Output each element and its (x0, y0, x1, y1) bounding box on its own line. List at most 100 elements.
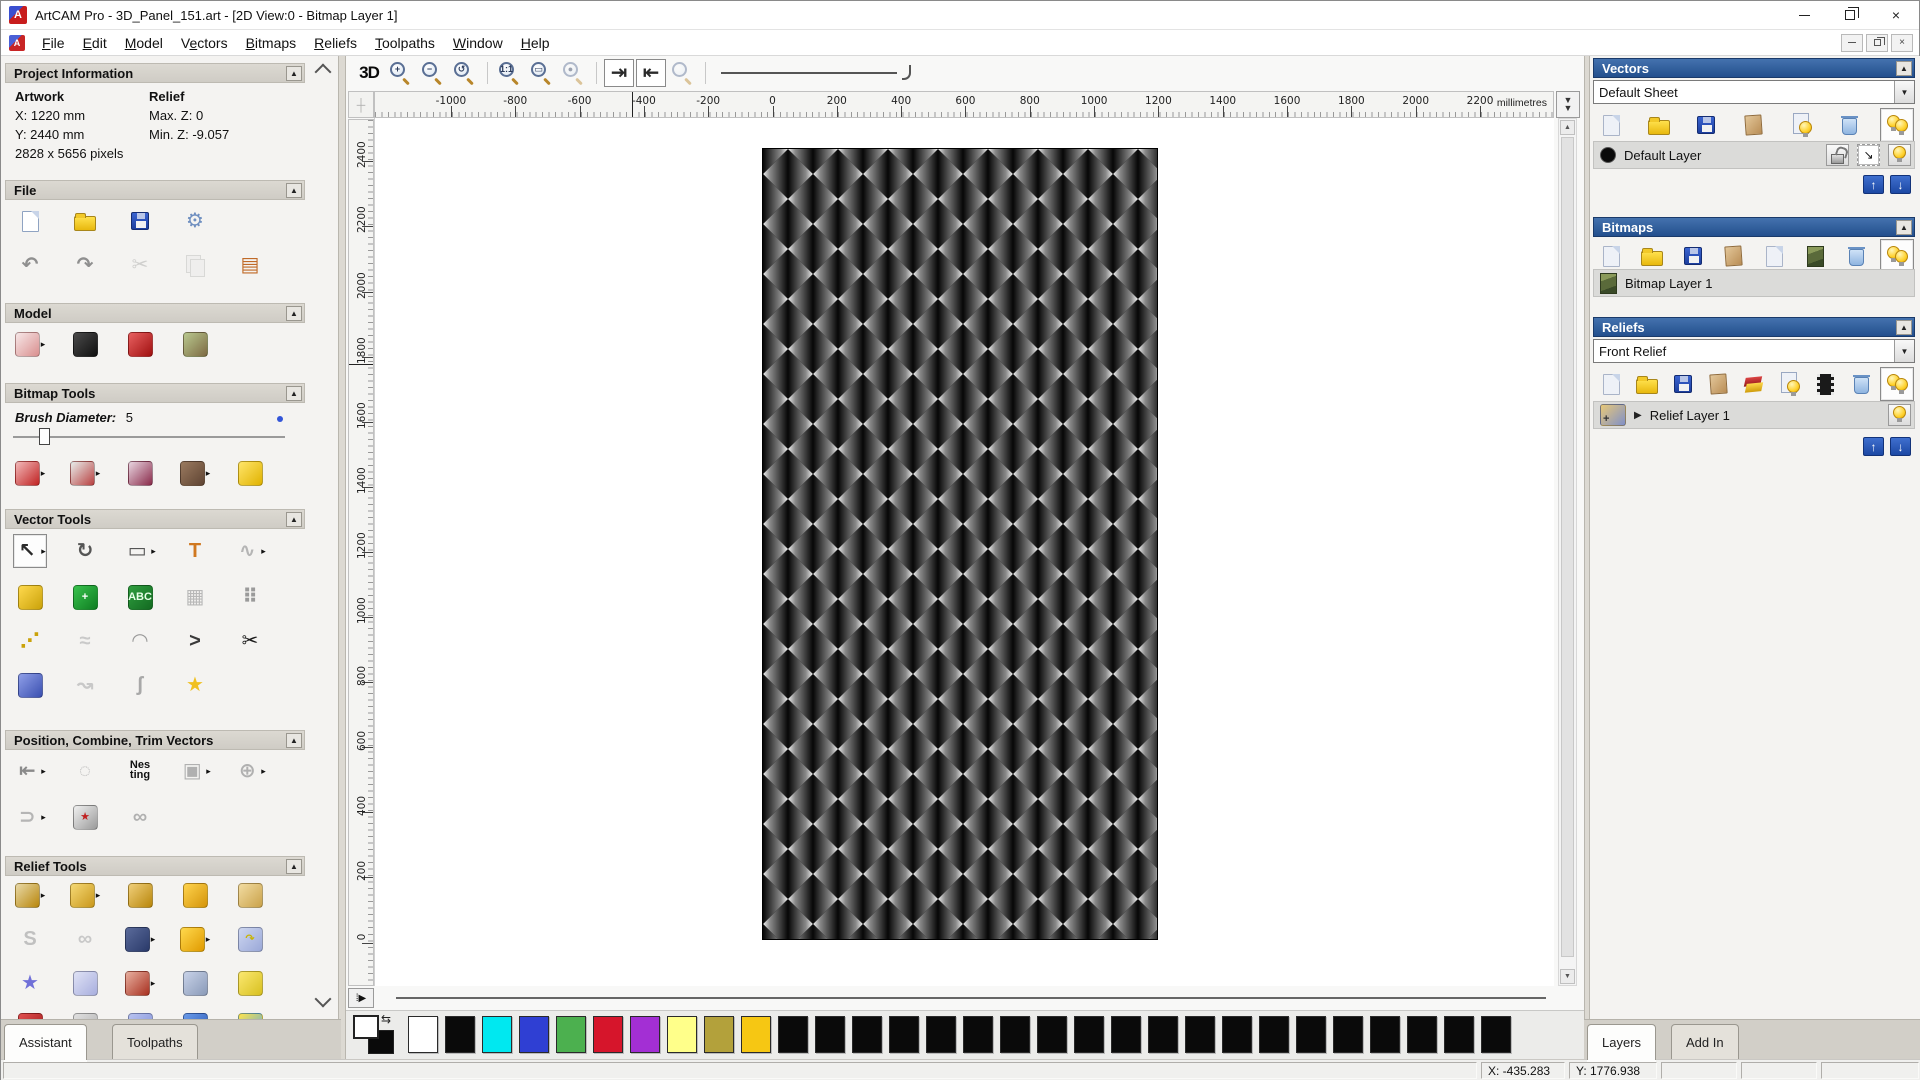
palette-swatch-23[interactable] (1259, 1016, 1289, 1053)
move-layer-down-button[interactable]: ↓ (1890, 175, 1911, 194)
collapse-icon[interactable]: ▲ (286, 65, 302, 81)
menu-edit[interactable]: Edit (74, 32, 116, 54)
flyout-arrow-icon[interactable]: ▸ (261, 766, 266, 777)
assistant-scrollbar[interactable] (313, 56, 335, 1019)
set-model-size[interactable]: ▸ (13, 327, 47, 361)
brush-diameter-slider[interactable] (13, 428, 285, 446)
flyout-arrow-icon[interactable]: ▸ (261, 546, 266, 557)
vector-layer-row[interactable]: Default Layer ↘ (1593, 141, 1915, 169)
palette-swatch-5[interactable] (593, 1016, 623, 1053)
vertical-scrollbar[interactable]: ▲ ▼ (1558, 118, 1577, 986)
vector-sheet-select[interactable]: Default Sheet ▼ (1593, 80, 1915, 104)
flyout-arrow-icon[interactable]: ▸ (151, 978, 156, 989)
palette-swatch-28[interactable] (1444, 1016, 1474, 1053)
palette-tool[interactable]: ▸ (178, 456, 212, 490)
merge-bitmap-layers[interactable] (1717, 239, 1751, 273)
dome-relief[interactable] (123, 1008, 157, 1019)
toggle-all-vector-layers[interactable] (1879, 108, 1914, 142)
bitmaps-section-header[interactable]: Bitmaps ▲ (1593, 217, 1915, 237)
star-relief[interactable]: ★ (13, 966, 47, 1000)
slider-thumb[interactable] (39, 428, 50, 445)
palette-swatch-10[interactable] (778, 1016, 808, 1053)
view-scale-slider[interactable] (721, 63, 911, 83)
menu-bitmaps[interactable]: Bitmaps (237, 32, 306, 54)
palette-swatch-27[interactable] (1407, 1016, 1437, 1053)
sculpt-relief[interactable] (233, 878, 267, 912)
flyout-arrow-icon[interactable]: ▸ (41, 766, 46, 777)
relief-layer-visibility[interactable] (1773, 367, 1807, 401)
project-info-header[interactable]: Project Information ▲ (5, 63, 305, 83)
vector-tools-header[interactable]: Vector Tools ▲ (5, 509, 305, 529)
palette-swatch-19[interactable] (1111, 1016, 1141, 1053)
delete-relief-layer[interactable] (1844, 367, 1878, 401)
palette-swatch-26[interactable] (1370, 1016, 1400, 1053)
palette-swatch-25[interactable] (1333, 1016, 1363, 1053)
swap-colours-icon[interactable]: ⇆ (381, 1012, 391, 1026)
offset-relief[interactable] (233, 966, 267, 1000)
move-layer-up-button[interactable]: ↑ (1863, 175, 1884, 194)
menu-reliefs[interactable]: Reliefs (305, 32, 366, 54)
palette-swatch-29[interactable] (1481, 1016, 1511, 1053)
pillow-relief[interactable] (68, 966, 102, 1000)
flyout-arrow-icon[interactable]: ▸ (96, 890, 101, 901)
toggle-vector-visibility[interactable]: ⇤ (636, 59, 666, 87)
profile-relief[interactable]: ▸ (123, 966, 157, 1000)
colour-picker[interactable] (123, 456, 157, 490)
interlock-vectors[interactable]: ∞ (123, 800, 157, 834)
save-model[interactable] (123, 204, 157, 238)
vscroll-thumb[interactable] (1561, 137, 1574, 957)
swept-profile[interactable]: S (13, 922, 47, 956)
mdi-close-button[interactable]: × (1891, 33, 1913, 52)
bitmap-tools-header[interactable]: Bitmap Tools ▲ (5, 383, 305, 403)
add-relief[interactable]: ▸ (68, 878, 102, 912)
open-relief-layer[interactable] (1630, 367, 1664, 401)
zoom-previous[interactable]: ↺ (450, 59, 480, 87)
palette-swatch-11[interactable] (815, 1016, 845, 1053)
collapse-icon[interactable]: ▲ (1896, 319, 1912, 335)
bitmap-artwork[interactable] (762, 148, 1158, 940)
chevron-down-icon[interactable]: ▼ (1894, 81, 1914, 103)
transfer-relief-layer[interactable] (1737, 367, 1771, 401)
position-combine-header[interactable]: Position, Combine, Trim Vectors ▲ (5, 730, 305, 750)
restore-button[interactable] (1827, 1, 1873, 29)
scroll-up-icon[interactable] (314, 63, 332, 81)
palette-swatch-22[interactable] (1222, 1016, 1252, 1053)
move-relief-up-button[interactable]: ↑ (1863, 437, 1884, 456)
collapse-icon[interactable]: ▲ (1896, 60, 1912, 76)
tape-measure[interactable] (13, 580, 47, 614)
greyscale-relief[interactable] (1809, 367, 1843, 401)
flyout-arrow-icon[interactable]: ▸ (41, 890, 46, 901)
free-sketch[interactable]: ≈ (68, 624, 102, 658)
bitmap-layer-row[interactable]: Bitmap Layer 1 (1593, 269, 1915, 297)
vector-clip[interactable]: ✂ (233, 624, 267, 658)
new-bitmap-layer[interactable] (1594, 239, 1628, 273)
collapse-icon[interactable]: ▲ (286, 858, 302, 874)
arc-tool[interactable]: > (178, 624, 212, 658)
copy[interactable] (178, 248, 212, 282)
relief-wizard[interactable]: ▸ (13, 878, 47, 912)
menu-model[interactable]: Model (116, 32, 172, 54)
render-preview[interactable] (123, 327, 157, 361)
scroll-down-icon[interactable] (314, 990, 332, 1008)
palette-swatch-6[interactable] (630, 1016, 660, 1053)
flyout-arrow-icon[interactable]: ▸ (151, 546, 156, 557)
palette-swatch-8[interactable] (704, 1016, 734, 1053)
flyout-arrow-icon[interactable]: ▸ (206, 468, 211, 479)
shape-editor[interactable] (123, 878, 157, 912)
ruler-units-dropdown[interactable]: ▼ ▼ (1556, 91, 1580, 118)
flood-fill-tool[interactable]: ▸ (68, 456, 102, 490)
merge-relief-layers[interactable] (1701, 367, 1735, 401)
menu-window[interactable]: Window (444, 32, 512, 54)
menu-vectors[interactable]: Vectors (172, 32, 237, 54)
model-section-header[interactable]: Model ▲ (5, 303, 305, 323)
vector-layer-visibility[interactable] (1785, 108, 1819, 142)
join-vectors[interactable]: ⊃ ▸ (13, 800, 47, 834)
palette-swatch-1[interactable] (445, 1016, 475, 1053)
undo[interactable]: ↶ (13, 248, 47, 282)
flyout-arrow-icon[interactable]: ▸ (151, 934, 156, 945)
mdi-minimize-button[interactable] (1841, 33, 1863, 52)
scroll-up-arrow[interactable]: ▲ (1560, 120, 1575, 135)
palette-swatch-14[interactable] (926, 1016, 956, 1053)
two-rail-sweep[interactable]: ▸ (178, 922, 212, 956)
lightbox[interactable] (178, 327, 212, 361)
